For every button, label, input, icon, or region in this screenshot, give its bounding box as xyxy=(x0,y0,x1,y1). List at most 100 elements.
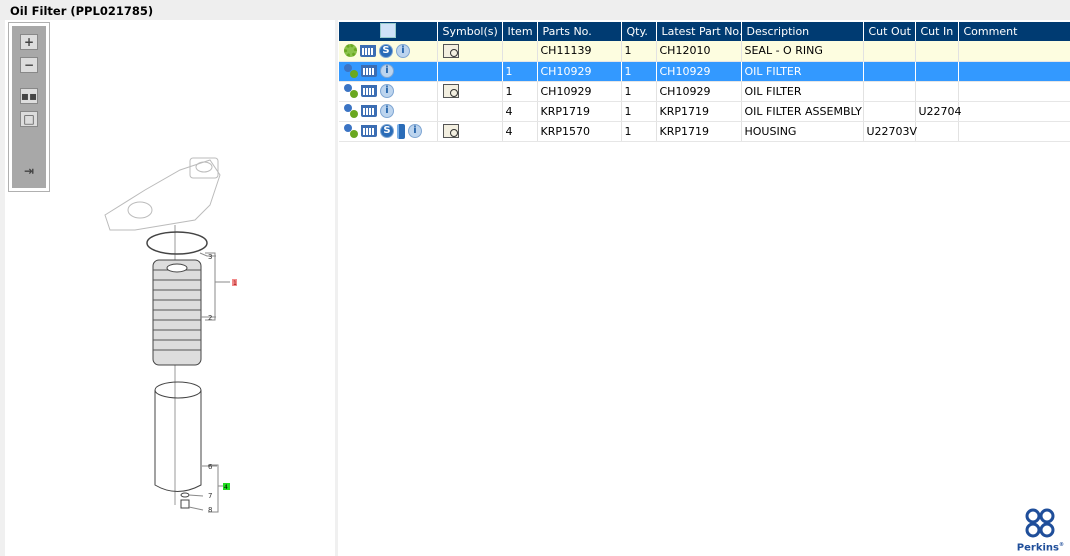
supersession-icon[interactable]: S xyxy=(379,43,393,58)
cell-comment xyxy=(958,41,1070,62)
cart-icon[interactable] xyxy=(360,44,376,57)
info-icon[interactable]: i xyxy=(408,124,422,138)
cell-item: 4 xyxy=(502,121,538,142)
cell-cut-out xyxy=(863,61,916,82)
info-icon[interactable]: i xyxy=(380,84,394,98)
cell-item: 4 xyxy=(502,101,538,122)
row-symbol xyxy=(437,101,503,122)
table-row[interactable]: i 4 KRP1719 1 KRP1719 OIL FILTER ASSEMBLY U227… xyxy=(339,101,1070,122)
cell-cut-out xyxy=(863,101,916,122)
cell-item: 1 xyxy=(502,61,538,82)
cell-item: 1 xyxy=(502,81,538,102)
cell-cut-in xyxy=(915,41,959,62)
search-parts-icon[interactable] xyxy=(379,22,396,38)
cell-cut-out xyxy=(863,81,916,102)
cell-comment xyxy=(958,81,1070,102)
cart-icon[interactable] xyxy=(361,125,377,137)
cell-part-no: CH10929 xyxy=(537,61,622,82)
header-cut-in[interactable]: Cut In xyxy=(915,22,959,41)
row-symbol xyxy=(437,41,503,62)
cell-cut-out: U22703V xyxy=(863,121,917,142)
cell-cut-in xyxy=(915,61,959,82)
cart-icon[interactable] xyxy=(361,105,377,117)
info-icon[interactable]: i xyxy=(396,43,410,58)
cell-comment xyxy=(958,121,1070,142)
illustration-symbol-icon[interactable] xyxy=(442,43,459,58)
cell-part-no: KRP1570 xyxy=(537,121,622,142)
cell-description: HOUSING xyxy=(741,121,864,142)
row-actions: i xyxy=(339,81,438,102)
row-actions: Si xyxy=(339,121,438,142)
header-symbols[interactable]: Symbol(s) xyxy=(437,22,503,41)
window-title: Oil Filter (PPL021785) xyxy=(0,0,1070,20)
row-symbol xyxy=(437,81,503,102)
cell-qty: 1 xyxy=(621,101,657,122)
callout-3[interactable]: 3 xyxy=(208,253,212,261)
callout-2[interactable]: 2 xyxy=(208,314,212,322)
callout-6[interactable]: 6 xyxy=(208,463,213,471)
cart-icon[interactable] xyxy=(361,65,377,77)
diagram-panel[interactable]: + − ▪▪ □ ⇥ 3 2 6 7 8 1 4 xyxy=(5,20,335,556)
cell-cut-in xyxy=(915,81,959,102)
cell-qty: 1 xyxy=(621,41,657,62)
gears-icon[interactable] xyxy=(344,104,358,118)
cart-icon[interactable] xyxy=(361,85,377,97)
table-row[interactable]: Si 4 KRP1570 1 KRP1719 HOUSING U22703V xyxy=(339,121,1070,142)
table-row[interactable]: i 1 CH10929 1 CH10929 OIL FILTER xyxy=(339,61,1070,82)
callout-8[interactable]: 8 xyxy=(208,506,212,514)
header-item[interactable]: Item xyxy=(502,22,538,41)
cell-item xyxy=(502,41,538,62)
table-row[interactable]: i 1 CH10929 1 CH10929 OIL FILTER xyxy=(339,81,1070,102)
illustration-symbol-icon[interactable] xyxy=(442,124,459,138)
cell-part-no: CH11139 xyxy=(537,41,622,62)
gear-icon[interactable] xyxy=(344,44,357,58)
cell-description: OIL FILTER ASSEMBLY xyxy=(741,101,864,122)
row-actions: Si xyxy=(339,41,438,62)
cell-comment xyxy=(958,101,1070,122)
header-latest-part-no[interactable]: Latest Part No. xyxy=(656,22,742,41)
header-description[interactable]: Description xyxy=(741,22,864,41)
cell-latest-part-no: KRP1719 xyxy=(656,101,742,122)
perkins-logo: Perkins® xyxy=(1017,507,1064,553)
callout-7[interactable]: 7 xyxy=(208,492,212,500)
filter-element-drawing xyxy=(152,259,202,366)
row-symbol xyxy=(437,121,503,142)
cell-latest-part-no: CH10929 xyxy=(656,61,742,82)
cell-part-no: CH10929 xyxy=(537,81,622,102)
cell-qty: 1 xyxy=(621,81,657,102)
cell-latest-part-no: CH12010 xyxy=(656,41,742,62)
info-icon[interactable]: i xyxy=(380,64,394,78)
header-parts-no[interactable]: Parts No. xyxy=(537,22,622,41)
illustration-symbol-icon[interactable] xyxy=(442,84,459,98)
cell-description: SEAL - O RING xyxy=(741,41,864,62)
cell-cut-in xyxy=(915,121,959,142)
cell-cut-out xyxy=(863,41,916,62)
header-qty[interactable]: Qty. xyxy=(621,22,657,41)
parts-table: Symbol(s) Item Parts No. Qty. Latest Par… xyxy=(339,22,1070,142)
info-icon[interactable]: i xyxy=(380,104,394,118)
gears-icon[interactable] xyxy=(344,64,358,78)
cell-latest-part-no: KRP1719 xyxy=(656,121,742,142)
callout-highlight-4[interactable]: 4 xyxy=(224,484,228,491)
header-cut-out[interactable]: Cut Out xyxy=(863,22,916,41)
header-comment[interactable]: Comment xyxy=(958,22,1070,41)
cell-cut-in: U22704 xyxy=(915,101,962,122)
cell-comment xyxy=(958,61,1070,82)
table-row[interactable]: Si CH11139 1 CH12010 SEAL - O RING xyxy=(339,41,1070,62)
cell-part-no: KRP1719 xyxy=(537,101,622,122)
row-actions: i xyxy=(339,61,438,82)
gears-icon[interactable] xyxy=(344,124,358,138)
cell-description: OIL FILTER xyxy=(741,81,864,102)
header-search[interactable] xyxy=(339,22,438,41)
o-ring-drawing xyxy=(146,231,208,255)
callout-highlight-1[interactable]: 1 xyxy=(233,280,237,287)
row-actions: i xyxy=(339,101,438,122)
cell-description: OIL FILTER xyxy=(741,61,864,82)
housing-drawing xyxy=(154,390,202,492)
book-icon[interactable] xyxy=(397,123,405,139)
housing-head-drawing xyxy=(104,157,221,231)
supersession-icon[interactable]: S xyxy=(380,124,394,138)
cell-latest-part-no: CH10929 xyxy=(656,81,742,102)
parts-list-panel: Symbol(s) Item Parts No. Qty. Latest Par… xyxy=(338,20,1070,556)
gears-icon[interactable] xyxy=(344,84,358,98)
